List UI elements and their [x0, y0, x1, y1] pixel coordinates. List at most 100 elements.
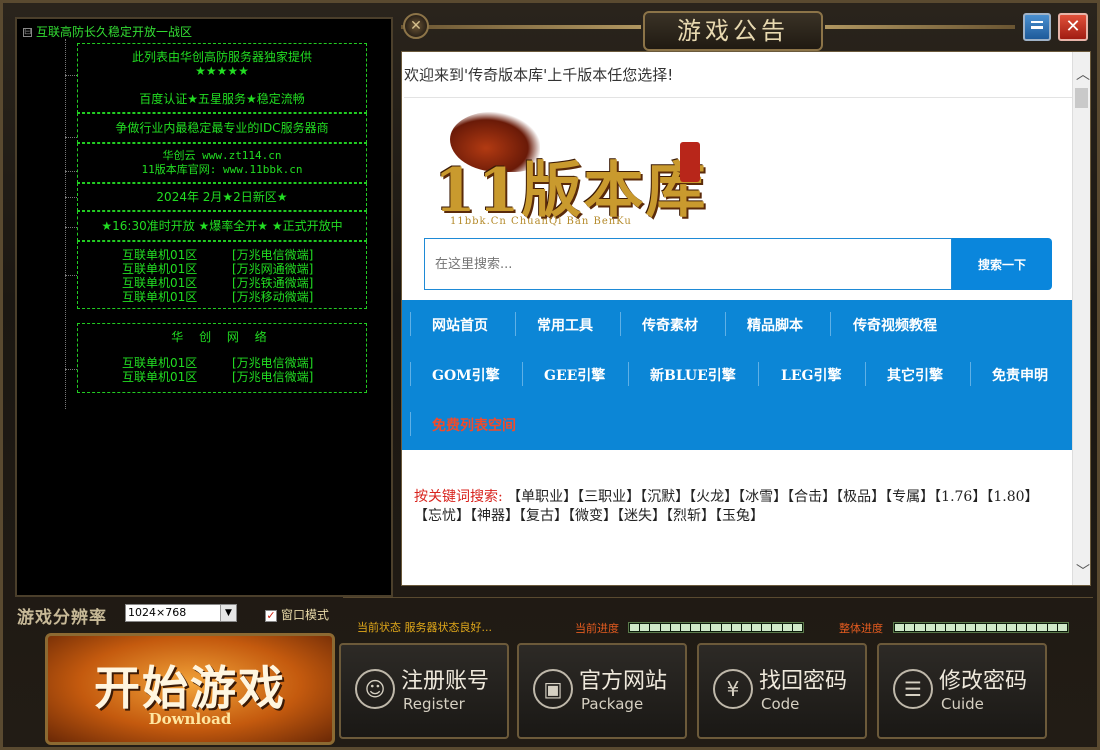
official-site-sublabel: Package — [581, 695, 644, 713]
recover-password-sublabel: Code — [761, 695, 800, 713]
tree-node-websites[interactable]: 华创云 www.zt114.cn 11版本库官网: www.11bbk.cn — [77, 143, 367, 183]
server-row[interactable]: 互联单机01区 [万兆电信微端] — [78, 248, 366, 262]
official-site-button[interactable]: ▣ 官方网站 Package — [517, 643, 687, 739]
progress-segment — [895, 624, 905, 631]
nav-divider — [725, 312, 726, 336]
node-title: 华 创 网 络 — [171, 330, 273, 344]
server-line: [万兆铁通微端] — [232, 276, 314, 290]
nav-divider — [970, 362, 971, 386]
progress-segment — [1057, 624, 1067, 631]
server-name: 互联单机01区 — [122, 290, 198, 304]
resolution-value: 1024×768 — [128, 606, 187, 619]
tree-node-servers[interactable]: 互联单机01区 [万兆电信微端] 互联单机01区 [万兆网通微端] 互联单机01区 [… — [77, 241, 367, 309]
progress-segment — [731, 624, 741, 631]
nav-divider — [620, 312, 621, 336]
launcher-window: ⊟ 互联高防长久稳定开放一战区 此列表由华创高防服务器独家提供 ★★★★★ 百度认… — [0, 0, 1100, 750]
tree-node-slogan[interactable]: 争做行业内最稳定最专业的IDC服务器商 — [77, 113, 367, 143]
vertical-scrollbar[interactable]: ︿ ﹀ — [1072, 52, 1090, 585]
gift-icon: ▣ — [533, 669, 573, 709]
nav-divider — [758, 362, 759, 386]
nav-newblue[interactable]: 新BLUE引擎 — [650, 365, 736, 385]
official-site-label: 官方网站 — [579, 669, 668, 694]
tree-node-date[interactable]: 2024年 2月★2日新区★ — [77, 183, 367, 211]
nav-tools[interactable]: 常用工具 — [537, 315, 593, 335]
tree-node-huachuang[interactable]: 华 创 网 络 互联单机01区 [万兆电信微端] 互联单机01区 [万兆电信微端] — [77, 323, 367, 393]
progress-segment — [905, 624, 915, 631]
progress-segment — [915, 624, 925, 631]
window-mode-label: 窗口模式 — [281, 608, 330, 622]
scroll-thumb[interactable] — [1075, 88, 1088, 108]
chevron-down-icon[interactable]: ▼ — [220, 605, 236, 621]
progress-segment — [640, 624, 650, 631]
nav-divider — [410, 412, 411, 436]
tree-root[interactable]: ⊟ 互联高防长久稳定开放一战区 — [23, 23, 192, 40]
overall-progress-bar — [893, 622, 1069, 633]
window-mode-checkbox[interactable]: ✓ 窗口模式 — [265, 606, 329, 623]
resolution-select[interactable]: 1024×768 ▼ — [125, 604, 237, 622]
progress-segment — [691, 624, 701, 631]
recover-password-button[interactable]: ¥ 找回密码 Code — [697, 643, 867, 739]
progress-segment — [945, 624, 956, 631]
nav-divider — [830, 312, 831, 336]
checkbox-icon[interactable]: ✓ — [265, 609, 277, 622]
search-box — [424, 238, 952, 290]
yen-icon: ¥ — [713, 669, 753, 709]
change-password-button[interactable]: ☰ 修改密码 Cuide — [877, 643, 1047, 739]
server-name: 互联单机01区 — [122, 356, 198, 370]
server-row[interactable]: 互联单机01区 [万兆网通微端] — [78, 262, 366, 276]
nav-materials[interactable]: 传奇素材 — [642, 315, 698, 335]
register-button[interactable]: ☺ 注册账号 Register — [339, 643, 509, 739]
site-logo[interactable]: 11版本库 11bbk.Cn ChuanQi Ban BenKu — [430, 112, 706, 227]
tree-node-provider[interactable]: 此列表由华创高防服务器独家提供 ★★★★★ 百度认证★五星服务★稳定流畅 — [77, 43, 367, 113]
progress-segment — [1017, 624, 1027, 631]
announcement-browser: 欢迎来到'传奇版本库'上千版本任您选择! 11版本库 11bbk.Cn Chua… — [401, 51, 1091, 586]
minimize-button[interactable] — [1023, 13, 1051, 41]
tree-root-label: 互联高防长久稳定开放一战区 — [36, 25, 193, 39]
tree-connector — [65, 369, 77, 370]
server-row[interactable]: 互联单机01区 [万兆电信微端] — [78, 370, 366, 384]
tree-connector — [65, 137, 77, 138]
node-text: 百度认证★五星服务★稳定流畅 — [139, 92, 305, 106]
server-row[interactable]: 互联单机01区 [万兆铁通微端] — [78, 276, 366, 290]
server-line: [万兆移动微端] — [232, 290, 314, 304]
nav-gee[interactable]: GEE引擎 — [544, 365, 605, 385]
scroll-up-icon[interactable]: ︿ — [1076, 64, 1090, 84]
nav-other[interactable]: 其它引擎 — [887, 365, 943, 385]
logo-subtitle: 11bbk.Cn ChuanQi Ban BenKu — [450, 216, 632, 227]
progress-segment — [1027, 624, 1037, 631]
close-ornament-icon: ✕ — [403, 13, 429, 39]
register-sublabel: Register — [403, 695, 465, 713]
node-text: 华创云 www.zt114.cn — [162, 149, 282, 162]
nav-leg[interactable]: LEG引擎 — [781, 365, 841, 385]
server-name: 互联单机01区 — [122, 262, 198, 276]
progress-segment — [741, 624, 752, 631]
nav-videos[interactable]: 传奇视频教程 — [853, 315, 937, 335]
site-nav: 网站首页 常用工具 传奇素材 精品脚本 传奇视频教程 GOM引擎 GEE引擎 新… — [402, 300, 1072, 450]
node-stars: ★★★★★ — [195, 64, 249, 78]
nav-free-list[interactable]: 免费列表空间 — [432, 415, 516, 435]
tree-connector — [65, 227, 77, 228]
server-row[interactable]: 互联单机01区 [万兆电信微端] — [78, 356, 366, 370]
close-button[interactable]: ✕ — [1058, 13, 1088, 41]
server-line: [万兆网通微端] — [232, 262, 314, 276]
close-icon: ✕ — [1065, 16, 1081, 37]
start-game-button[interactable]: 开始游戏 Download — [45, 633, 335, 745]
server-line: [万兆电信微端] — [232, 370, 314, 384]
nav-disclaimer[interactable]: 免责申明 — [992, 365, 1048, 385]
tree-node-opening[interactable]: ★16:30准时开放 ★爆率全开★ ★正式开放中 — [77, 211, 367, 241]
tree-connector — [65, 171, 77, 172]
minimize-icon — [1031, 26, 1043, 29]
tree-connector — [65, 39, 66, 409]
nav-scripts[interactable]: 精品脚本 — [747, 315, 803, 335]
nav-home[interactable]: 网站首页 — [432, 315, 488, 335]
nav-gom[interactable]: GOM引擎 — [432, 365, 500, 385]
search-input[interactable] — [425, 239, 951, 289]
scroll-down-icon[interactable]: ﹀ — [1076, 561, 1090, 581]
search-button[interactable]: 搜索一下 — [952, 238, 1052, 290]
node-text: 此列表由华创高防服务器独家提供 — [131, 50, 312, 64]
expand-icon[interactable]: ⊟ — [23, 28, 32, 37]
server-name: 互联单机01区 — [122, 248, 198, 262]
keyword-links[interactable]: 【单职业】【三职业】【沉默】【火龙】【冰雪】【合击】【极品】【专属】【1.76】… — [414, 489, 1039, 524]
tree-connector — [65, 75, 77, 76]
server-row[interactable]: 互联单机01区 [万兆移动微端] — [78, 290, 366, 304]
